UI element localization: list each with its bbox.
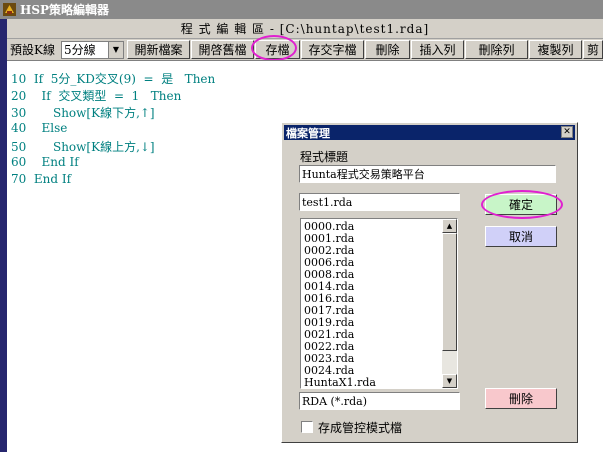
cut-button[interactable]: 剪 xyxy=(583,40,603,59)
program-title-input[interactable]: Hunta程式交易策略平台 xyxy=(299,165,556,183)
scroll-down-icon[interactable]: ▼ xyxy=(442,374,457,388)
code-line[interactable]: 10 If 5分_KD交叉(9) = 是 Then xyxy=(11,70,215,87)
close-icon[interactable]: ✕ xyxy=(561,126,573,138)
copy-row-button[interactable]: 複製列 xyxy=(529,40,582,59)
kline-select[interactable]: 5分線 ▼ xyxy=(61,40,124,59)
file-list[interactable]: 0000.rda 0001.rda 0002.rda 0006.rda 0008… xyxy=(300,218,458,389)
dialog-title: 檔案管理 xyxy=(286,126,330,140)
code-line[interactable]: 20 If 交叉類型 = 1 Then xyxy=(11,87,181,104)
save-button-highlight-ring xyxy=(251,35,297,61)
scrollbar-thumb[interactable] xyxy=(442,233,457,351)
kline-label: 預設K線 xyxy=(10,43,55,57)
app-logo-icon xyxy=(3,3,16,16)
kline-select-value: 5分線 xyxy=(64,43,96,57)
app-titlebar: HSP策略編輯器 xyxy=(0,0,603,19)
new-file-button[interactable]: 開新檔案 xyxy=(127,40,190,59)
list-item[interactable]: HuntaX1.rda xyxy=(304,377,376,389)
delete-file-button[interactable]: 刪除 xyxy=(485,388,557,409)
delete-button[interactable]: 刪除 xyxy=(365,40,410,59)
file-list-scrollbar[interactable]: ▲ ▼ xyxy=(442,219,457,388)
cancel-button[interactable]: 取消 xyxy=(485,226,557,247)
ok-button-highlight-ring xyxy=(481,190,563,219)
insert-row-button[interactable]: 插入列 xyxy=(411,40,464,59)
scroll-up-icon[interactable]: ▲ xyxy=(442,219,457,233)
file-type-filter[interactable]: RDA (*.rda) xyxy=(299,392,460,410)
filename-input[interactable]: test1.rda xyxy=(299,193,460,211)
app-title: HSP策略編輯器 xyxy=(20,3,110,17)
code-line[interactable]: 60 End If xyxy=(11,155,79,172)
file-manager-dialog: 檔案管理 ✕ 程式標題 Hunta程式交易策略平台 test1.rda 0000… xyxy=(281,122,578,443)
managed-mode-checkbox[interactable] xyxy=(301,421,313,433)
program-title-label: 程式標題 xyxy=(300,150,349,164)
managed-mode-label: 存成管控模式檔 xyxy=(318,421,403,435)
document-title-bar: 程 式 編 輯 區 - [C:\huntap\test1.rda] xyxy=(7,19,603,39)
chevron-down-icon[interactable]: ▼ xyxy=(108,41,123,58)
code-line[interactable]: 70 End If xyxy=(11,172,71,189)
code-line[interactable]: 50 Show[K線上方,↓] xyxy=(11,138,155,155)
dialog-titlebar: 檔案管理 ✕ xyxy=(284,125,575,140)
code-line[interactable]: 40 Else xyxy=(11,121,67,138)
toolbar: 預設K線 5分線 ▼ 開新檔案 開啓舊檔 存檔 存交字檔 刪除 插入列 刪除列 … xyxy=(7,39,603,60)
save-as-text-button[interactable]: 存交字檔 xyxy=(301,40,364,59)
open-file-button[interactable]: 開啓舊檔 xyxy=(191,40,254,59)
document-title: 程 式 編 輯 區 - [C:\huntap\test1.rda] xyxy=(180,22,430,36)
left-sidebar-strip xyxy=(0,19,7,452)
delete-row-button[interactable]: 刪除列 xyxy=(465,40,528,59)
code-line[interactable]: 30 Show[K線下方,↑] xyxy=(11,104,155,121)
